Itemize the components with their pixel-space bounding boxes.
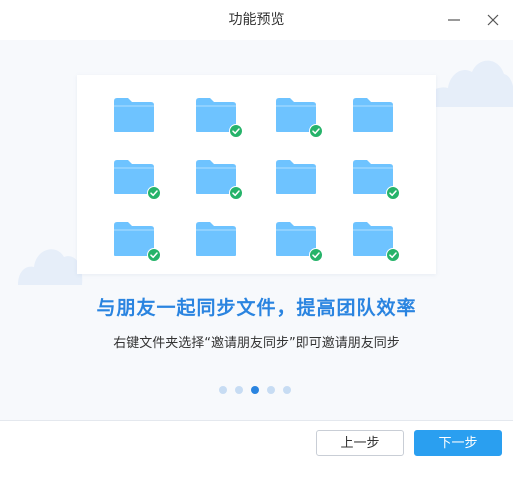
next-step-button[interactable]: 下一步 [414,430,502,456]
folder-icon [113,159,161,200]
folder-icon [352,159,400,200]
footer-bar: 上一步 下一步 [0,420,513,490]
folder-icon [352,221,400,262]
folder-icon [275,221,323,262]
checkmark-icon [229,186,243,200]
folder-icon [352,97,396,135]
checkmark-icon [147,248,161,262]
slide-description: 右键文件夹选择“邀请朋友同步”即可邀请朋友同步 [113,336,400,351]
pagination-dot[interactable] [219,386,227,394]
folder-icon [113,97,157,135]
checkmark-icon [386,186,400,200]
checkmark-icon [229,124,243,138]
folder-icon [275,159,319,197]
pagination-dot[interactable] [283,386,291,394]
close-icon [483,10,503,30]
window-title: 功能预览 [228,12,285,28]
minimize-button[interactable] [444,10,464,30]
slide-headline: 与朋友一起同步文件，提高团队效率 [96,297,417,319]
pagination-dot-active[interactable] [251,386,259,394]
previous-step-button[interactable]: 上一步 [316,430,404,456]
pagination-dot[interactable] [235,386,243,394]
pagination-dots [219,386,299,396]
title-bar: 功能预览 [0,0,513,40]
folder-icon [195,97,243,138]
close-button[interactable] [483,10,503,30]
folder-grid-card [77,75,436,274]
folder-icon [275,97,323,138]
checkmark-icon [309,248,323,262]
checkmark-icon [386,248,400,262]
feature-slide: 与朋友一起同步文件，提高团队效率 右键文件夹选择“邀请朋友同步”即可邀请朋友同步 [0,40,513,420]
checkmark-icon [147,186,161,200]
folder-icon [195,159,243,200]
folder-icon [195,221,239,259]
minimize-icon [444,10,464,30]
pagination-dot[interactable] [267,386,275,394]
checkmark-icon [309,124,323,138]
folder-icon [113,221,161,262]
feature-preview-window: 功能预览 与朋友一起同步文件，提高团队效率 右键文件夹选择“邀请朋友同步”即可邀… [0,0,513,490]
